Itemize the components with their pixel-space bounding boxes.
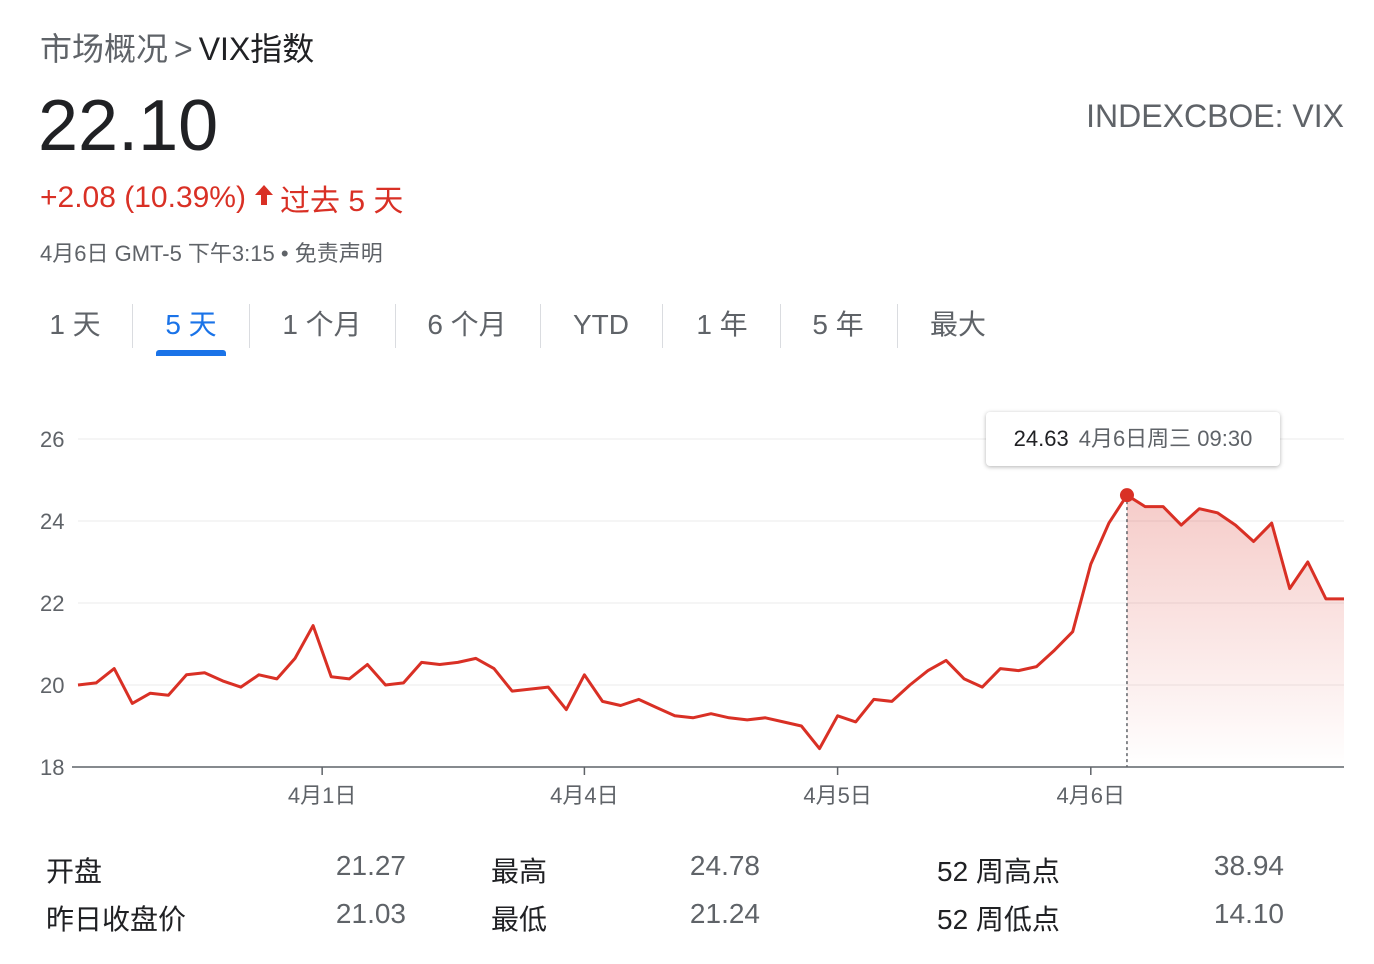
chart-area-fill xyxy=(1127,495,1344,767)
current-price: 22.10 xyxy=(38,86,219,166)
breadcrumb: 市场概况 > VIX指数 xyxy=(40,24,314,70)
tab-divider xyxy=(897,304,898,348)
disclaimer-link[interactable]: 免责声明 xyxy=(295,241,383,266)
timestamp: 4月6日 GMT-5 下午3:15 xyxy=(40,241,275,266)
tab-1-month[interactable]: 1 个月 xyxy=(262,300,382,356)
price-change: +2.08 (10.39%) 过去 5 天 xyxy=(40,176,403,220)
x-tick-label: 4月6日 xyxy=(1057,783,1125,808)
stat-label-52wk-high: 52 周高点 xyxy=(937,856,1060,887)
tab-5-day[interactable]: 5 天 xyxy=(146,300,236,356)
y-tick-label: 18 xyxy=(40,755,64,780)
tooltip-time: 4月6日周三 09:30 xyxy=(1078,426,1253,451)
x-tick-label: 4月5日 xyxy=(803,783,871,808)
y-tick-label: 22 xyxy=(40,591,64,616)
arrow-up-icon xyxy=(254,181,274,215)
stat-value-low: 21.24 xyxy=(689,898,760,929)
stat-label-prev-close: 昨日收盘价 xyxy=(46,904,187,935)
stats-row: 昨日收盘价 21.03 最低 21.24 52 周低点 14.10 xyxy=(0,898,1374,946)
ticker-symbol: INDEXCBOE: VIX xyxy=(1086,98,1344,134)
breadcrumb-separator: > xyxy=(174,31,193,67)
breadcrumb-current: VIX指数 xyxy=(198,31,315,67)
tab-divider xyxy=(249,304,250,348)
stat-value-high: 24.78 xyxy=(689,850,760,881)
stat-label-open: 开盘 xyxy=(46,856,103,887)
tooltip-value: 24.63 xyxy=(1013,426,1069,451)
tab-1-year[interactable]: 1 年 xyxy=(672,300,772,356)
range-tabs: 1 天 5 天 1 个月 6 个月 YTD 1 年 5 年 最大 xyxy=(0,300,1374,356)
bullet-separator: • xyxy=(280,241,289,266)
stat-label-52wk-low: 52 周低点 xyxy=(937,904,1060,935)
x-tick-label: 4月4日 xyxy=(550,783,618,808)
tab-divider xyxy=(395,304,396,348)
change-period: 过去 5 天 xyxy=(279,185,404,218)
chart-hover-point xyxy=(1119,488,1134,503)
stat-value-52wk-low: 14.10 xyxy=(1213,898,1284,929)
stat-value-52wk-high: 38.94 xyxy=(1213,850,1284,881)
y-tick-label: 20 xyxy=(40,673,64,698)
y-tick-label: 26 xyxy=(40,427,64,452)
chart-tooltip: 24.63 4月6日周三 09:30 xyxy=(986,412,1280,466)
breadcrumb-parent-link[interactable]: 市场概况 xyxy=(40,31,168,67)
tab-divider xyxy=(540,304,541,348)
stat-value-open: 21.27 xyxy=(335,850,406,881)
timestamp-line: 4月6日 GMT-5 下午3:15 • 免责声明 xyxy=(40,236,383,268)
tab-divider xyxy=(132,304,133,348)
stats-row: 开盘 21.27 最高 24.78 52 周高点 38.94 xyxy=(0,850,1374,898)
tab-6-month[interactable]: 6 个月 xyxy=(407,300,527,356)
y-tick-label: 24 xyxy=(40,509,64,534)
tab-divider xyxy=(662,304,663,348)
stat-value-prev-close: 21.03 xyxy=(335,898,406,929)
tab-5-year[interactable]: 5 年 xyxy=(790,300,886,356)
change-value: +2.08 (10.39%) xyxy=(40,181,246,214)
stat-label-low: 最低 xyxy=(491,904,548,935)
tab-ytd[interactable]: YTD xyxy=(551,300,651,356)
tab-max[interactable]: 最大 xyxy=(910,300,1006,356)
tab-1-day[interactable]: 1 天 xyxy=(30,300,120,356)
stat-label-high: 最高 xyxy=(491,856,548,887)
tab-divider xyxy=(780,304,781,348)
x-tick-label: 4月1日 xyxy=(288,783,356,808)
